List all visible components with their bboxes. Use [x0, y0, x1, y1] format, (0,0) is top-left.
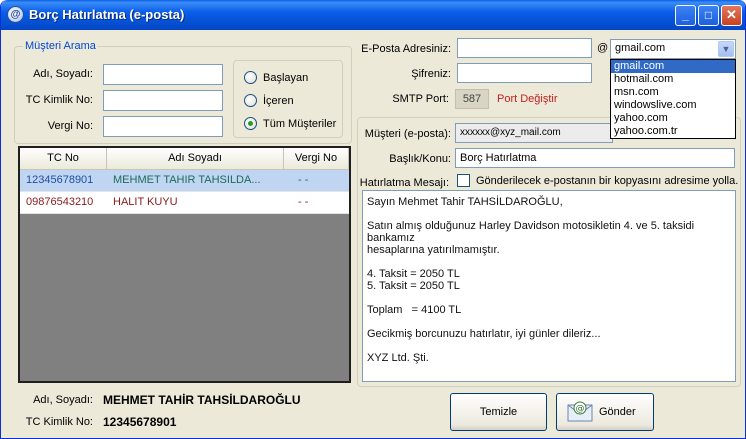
tax-input[interactable]	[103, 116, 223, 137]
mail-icon: @	[567, 401, 593, 422]
minimize-button[interactable]: _	[675, 5, 696, 26]
send-button[interactable]: @ Gönder	[556, 393, 654, 431]
domain-select[interactable]: gmail.com ▼	[610, 39, 736, 59]
svg-text:@: @	[576, 404, 585, 414]
maximize-button[interactable]: □	[698, 5, 719, 26]
close-button[interactable]: ✕	[721, 5, 742, 26]
send-button-label: Gönder	[599, 406, 636, 418]
port-change-link[interactable]: Port Değiştir	[497, 93, 558, 105]
grid-header: TC No Adı Soyadı Vergi No	[20, 148, 349, 170]
dropdown-option[interactable]: windowslive.com	[611, 99, 735, 112]
radio-circle[interactable]	[244, 117, 257, 130]
column-header[interactable]: Adı Soyadı	[107, 148, 284, 169]
customer-search-title: Müşteri Arama	[23, 40, 98, 52]
email-address-input[interactable]	[457, 38, 592, 58]
subject-input[interactable]: Borç Hatırlatma	[455, 148, 735, 168]
tc-input[interactable]	[103, 90, 223, 111]
domain-selected-value: gmail.com	[615, 42, 666, 54]
dropdown-option[interactable]: msn.com	[611, 86, 735, 99]
password-label: Şifreniz:	[411, 68, 451, 80]
cell-tc: 12345678901	[26, 174, 94, 186]
selected-name-value: MEHMET TAHİR TAHSİLDAROĞLU	[103, 393, 301, 407]
customer-email-label: Müşteri (e-posta):	[364, 128, 451, 140]
column-header[interactable]: Vergi No	[284, 148, 349, 169]
chevron-down-icon[interactable]: ▼	[718, 41, 734, 57]
radio-all-customers[interactable]: Tüm Müşteriler	[244, 117, 336, 130]
clear-button-label: Temizle	[479, 406, 518, 418]
window-title: Borç Hatırlatma (e-posta)	[29, 7, 185, 22]
email-address-label: E-Posta Adresiniz:	[361, 43, 451, 55]
dropdown-option[interactable]: yahoo.com.tr	[611, 125, 735, 138]
radio-starts-with[interactable]: Başlayan	[244, 71, 308, 84]
smtp-port-label: SMTP Port:	[392, 93, 449, 105]
subject-label: Başlık/Konu:	[389, 153, 451, 165]
dropdown-option[interactable]: gmail.com	[611, 60, 735, 73]
tc-label: TC Kimlik No:	[25, 94, 93, 106]
password-input[interactable]	[457, 63, 592, 83]
main-window: @ Borç Hatırlatma (e-posta) _ □ ✕ Müşter…	[0, 0, 746, 439]
message-body-label: Hatırlatma Mesajı:	[359, 177, 449, 189]
cell-name: MEHMET TAHIR TAHSILDA...	[113, 174, 261, 186]
table-row[interactable]: 12345678901 MEHMET TAHIR TAHSILDA... - -	[20, 170, 349, 192]
dropdown-option[interactable]: yahoo.com	[611, 112, 735, 125]
smtp-port-value: 587	[455, 89, 489, 109]
cell-tc: 09876543210	[26, 196, 94, 208]
at-sign: @	[597, 42, 609, 54]
selected-tc-label: TC Kimlik No:	[25, 416, 93, 428]
title-bar[interactable]: @ Borç Hatırlatma (e-posta) _ □ ✕	[1, 0, 745, 30]
copy-to-self-label: Gönderilecek e-postanın bir kopyasını ad…	[476, 175, 739, 187]
copy-to-self-checkbox[interactable]	[457, 174, 470, 187]
customer-email-field[interactable]: xxxxxx@xyz_mail.com	[455, 123, 613, 143]
domain-dropdown-list[interactable]: gmail.com hotmail.com msn.com windowsliv…	[610, 59, 736, 139]
selected-tc-value: 12345678901	[103, 415, 177, 429]
table-row[interactable]: 09876543210 HALIT KUYU - -	[20, 192, 349, 214]
radio-contains[interactable]: İçeren	[244, 94, 294, 107]
radio-label: Başlayan	[263, 71, 309, 84]
customer-grid[interactable]: TC No Adı Soyadı Vergi No 12345678901 ME…	[18, 146, 351, 383]
radio-label: İçeren	[263, 94, 294, 107]
name-input[interactable]	[103, 64, 223, 85]
radio-circle[interactable]	[244, 71, 257, 84]
radio-circle[interactable]	[244, 94, 257, 107]
column-header[interactable]: TC No	[20, 148, 107, 169]
cell-tax: - -	[298, 174, 309, 186]
app-icon: @	[7, 6, 24, 23]
radio-label: Tüm Müşteriler	[263, 117, 337, 130]
name-label: Adı, Soyadı:	[33, 68, 93, 80]
dropdown-option[interactable]: hotmail.com	[611, 73, 735, 86]
cell-name: HALIT KUYU	[113, 196, 178, 208]
cell-tax: - -	[298, 196, 309, 208]
tax-label: Vergi No:	[47, 120, 93, 132]
clear-button[interactable]: Temizle	[450, 393, 547, 431]
selected-name-label: Adı, Soyadı:	[33, 394, 93, 406]
message-body-textarea[interactable]: Sayın Mehmet Tahir TAHSİLDAROĞLU, Satın …	[362, 190, 736, 382]
